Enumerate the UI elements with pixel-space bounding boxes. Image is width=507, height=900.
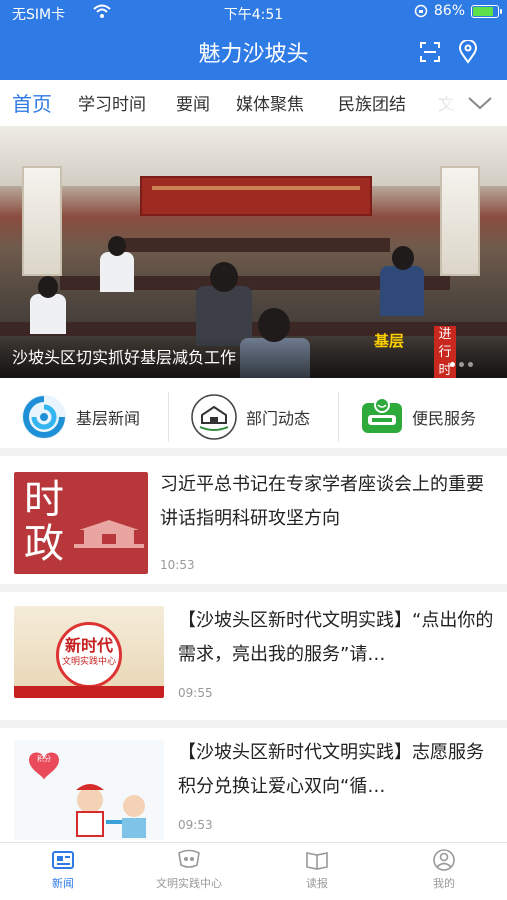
news-icon [52,851,74,869]
banner-photo-person [392,246,414,270]
battery-percent: 86% [433,3,465,19]
status-bar: 无SIM卡 下午4:51 86% [0,0,507,26]
chevron-down-icon[interactable] [466,90,494,114]
quick-links: 基层新闻 部门动态 便民服务 [0,378,507,456]
banner-badge: 基层 进行时 [372,326,462,378]
news-thumbnail-subtext: 文明实践中心 [61,657,116,667]
quick-link-department-news[interactable]: 部门动态 [190,392,310,442]
banner-photo-table [120,238,390,252]
tabbar-label: 我的 [433,877,455,890]
quick-link-grassroots-news[interactable]: 基层新闻 [20,392,140,442]
banner-photo-person [100,252,134,292]
banner-photo-screen [140,176,372,216]
tab-home[interactable]: 首页 [12,88,52,117]
tabbar-item-profile[interactable]: 我的 [381,849,507,891]
tiananmen-icon [74,520,144,548]
news-thumbnail-text: 积分 [37,755,51,763]
carousel-dot[interactable] [468,362,473,367]
banner-photo-person [30,294,66,334]
battery-icon [471,4,502,18]
swirl-logo-icon [22,395,66,439]
news-thumbnail-text: 时政 [24,477,64,567]
news-item[interactable]: 积分 【沙坡头区新时代文明实践】志愿服务积分兑换让爱心双向“循… 09:53 [0,728,507,842]
news-time: 10:53 [160,558,195,572]
news-title: 习近平总书记在专家学者座谈会上的重要讲话指明科研攻坚方向 [160,474,484,529]
community-icon [178,849,200,868]
tabbar-item-read-paper[interactable]: 读报 [254,849,380,891]
news-item[interactable]: 时政 习近平总书记在专家学者座谈会上的重要讲话指明科研攻坚方向 10:53 [0,456,507,584]
banner-badge-side: 进行时 [434,326,456,378]
tab-study-time[interactable]: 学习时间 [78,90,146,115]
tab-headlines[interactable]: 要闻 [176,90,210,115]
bottom-tab-bar: 新闻 文明实践中心 读报 我的 [0,842,507,900]
tab-ethnic-unity[interactable]: 民族团结 [338,90,406,115]
divider [168,392,169,442]
banner-carousel[interactable]: 沙坡头区切实抓好基层减负工作 基层 进行时 [0,126,507,378]
banner-photo-person [210,262,238,292]
banner-photo-person [196,286,252,346]
tabbar-item-news[interactable]: 新闻 [0,849,126,891]
news-time: 09:55 [178,686,213,700]
banner-photo-window [22,166,62,276]
banner-photo-person [380,266,424,316]
news-thumbnail-text: 新时代 [64,636,113,655]
carousel-dot[interactable] [450,362,455,367]
news-title: 【沙坡头区新时代文明实践】志愿服务积分兑换让爱心双向“循… [178,742,484,797]
tab-media-focus[interactable]: 媒体聚焦 [236,90,304,115]
location-icon[interactable] [458,40,478,64]
category-tabs: 首页 学习时间 要闻 媒体聚焦 民族团结 文 [0,80,507,126]
profile-icon [433,849,455,871]
service-badge-icon [362,397,402,433]
banner-photo-person [38,276,58,298]
building-seal-icon [191,394,237,440]
tabbar-label: 文明实践中心 [156,877,222,890]
news-thumbnail: 积分 [14,740,164,840]
banner-photo-window [440,166,480,276]
divider [0,720,507,728]
carousel-dots [450,362,473,367]
quick-link-label: 部门动态 [246,409,311,428]
app-header: 无SIM卡 下午4:51 86% 魅力沙坡头 [0,0,507,80]
divider [338,392,339,442]
book-icon [306,852,328,870]
tabbar-label: 读报 [306,877,328,890]
quick-link-convenience-services[interactable]: 便民服务 [360,392,476,442]
tabbar-item-civilization-center[interactable]: 文明实践中心 [126,849,252,891]
news-title: 【沙坡头区新时代文明实践】“点出你的需求，亮出我的服务”请… [178,610,494,665]
quick-link-label: 基层新闻 [76,409,141,428]
banner-badge-text: 基层 [374,332,405,350]
banner-photo-person [258,308,290,342]
news-time: 09:53 [178,818,213,832]
orientation-lock-icon [414,4,428,18]
quick-link-label: 便民服务 [412,409,477,428]
news-thumbnail: 时政 [14,472,148,574]
banner-photo-person [108,236,126,256]
tabbar-label: 新闻 [52,877,74,890]
tabs-fade [420,80,460,126]
banner-caption: 沙坡头区切实抓好基层减负工作 [12,348,237,367]
divider [0,584,507,592]
news-item[interactable]: 新时代 文明实践中心 【沙坡头区新时代文明实践】“点出你的需求，亮出我的服务”请… [0,592,507,720]
status-right: 86% [414,3,502,19]
carousel-dot[interactable] [459,362,464,367]
scan-icon[interactable] [418,40,442,64]
news-thumbnail: 新时代 文明实践中心 [14,606,164,698]
